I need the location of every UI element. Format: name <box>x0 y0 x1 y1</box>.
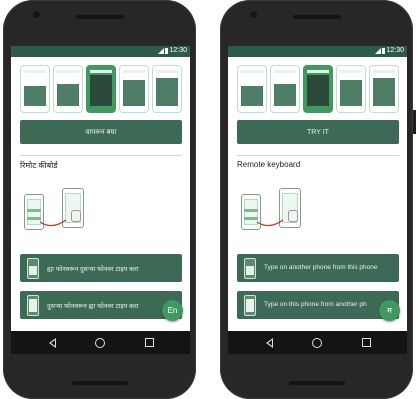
type-on-other-phone-button[interactable]: ह्या फोनवरून दुसऱ्या फोनवर टाइप करा <box>20 254 182 282</box>
home-icon[interactable] <box>95 338 105 348</box>
phone-keyboard-icon <box>27 295 39 316</box>
front-camera <box>33 11 40 18</box>
theme-preview <box>270 65 300 113</box>
recents-icon[interactable] <box>145 338 154 347</box>
status-bar: 12:30 <box>11 46 190 57</box>
theme-preview <box>119 65 149 113</box>
earpiece <box>75 15 124 19</box>
divider <box>20 155 182 156</box>
screen-right: 12:30 TRY IT Remote keyboard Type on ano… <box>228 46 407 354</box>
type-on-other-phone-button[interactable]: Type on another phone from this phone <box>237 254 399 282</box>
theme-preview <box>237 65 267 113</box>
signal-icon <box>158 48 164 54</box>
theme-preview <box>20 65 50 113</box>
battery-icon <box>382 48 385 54</box>
action-label: Type on this phone from another ph <box>264 301 367 308</box>
navigation-bar <box>228 331 407 354</box>
remote-keyboard-illustration <box>241 186 311 236</box>
recents-icon[interactable] <box>362 338 371 347</box>
action-label: दुसऱ्या फोनवरून ह्या फोनवर टाइप करा <box>47 303 139 310</box>
transfer-arrow-icon <box>256 219 284 227</box>
home-icon[interactable] <box>312 338 322 348</box>
earpiece <box>292 15 341 19</box>
volume-button <box>413 110 416 134</box>
divider <box>237 155 399 156</box>
remote-keyboard-illustration <box>24 186 94 236</box>
phone-right: 12:30 TRY IT Remote keyboard Type on ano… <box>220 0 416 399</box>
theme-preview <box>152 65 182 113</box>
front-camera <box>250 11 257 18</box>
language-toggle-button[interactable]: म <box>379 300 400 321</box>
bottom-speaker <box>71 381 128 385</box>
phone-icon <box>244 258 256 279</box>
keyboard-themes-illustration <box>237 65 399 113</box>
hand-icon <box>288 210 298 222</box>
section-title: Remote keyboard <box>237 160 301 169</box>
theme-preview <box>336 65 366 113</box>
theme-preview-selected <box>303 65 333 113</box>
screen-left: 12:30 वापरून बघा रिमोट कीबोर्ड ह्या फोनव… <box>11 46 190 354</box>
hand-icon <box>71 210 81 222</box>
theme-preview <box>53 65 83 113</box>
section-title: रिमोट कीबोर्ड <box>20 161 58 170</box>
bottom-speaker <box>288 381 345 385</box>
back-icon[interactable] <box>266 338 273 348</box>
keyboard-themes-illustration <box>20 65 182 113</box>
status-time: 12:30 <box>169 47 187 54</box>
phone-keyboard-icon <box>244 295 256 316</box>
transfer-arrow-icon <box>39 219 67 227</box>
try-it-button[interactable]: वापरून बघा <box>20 120 182 144</box>
theme-preview <box>369 65 399 113</box>
try-it-button[interactable]: TRY IT <box>237 120 399 144</box>
type-from-other-phone-button[interactable]: Type on this phone from another ph <box>237 291 399 319</box>
language-toggle-button[interactable]: En <box>162 300 183 321</box>
battery-icon <box>165 48 168 54</box>
theme-preview-selected <box>86 65 116 113</box>
status-bar: 12:30 <box>228 46 407 57</box>
navigation-bar <box>11 331 190 354</box>
action-label: ह्या फोनवरून दुसऱ्या फोनवर टाइप करा <box>47 266 139 273</box>
signal-icon <box>375 48 381 54</box>
back-icon[interactable] <box>49 338 56 348</box>
status-time: 12:30 <box>386 47 404 54</box>
type-from-other-phone-button[interactable]: दुसऱ्या फोनवरून ह्या फोनवर टाइप करा <box>20 291 182 319</box>
phone-icon <box>27 258 39 279</box>
phone-left: 12:30 वापरून बघा रिमोट कीबोर्ड ह्या फोनव… <box>3 0 196 399</box>
action-label: Type on another phone from this phone <box>264 264 378 271</box>
